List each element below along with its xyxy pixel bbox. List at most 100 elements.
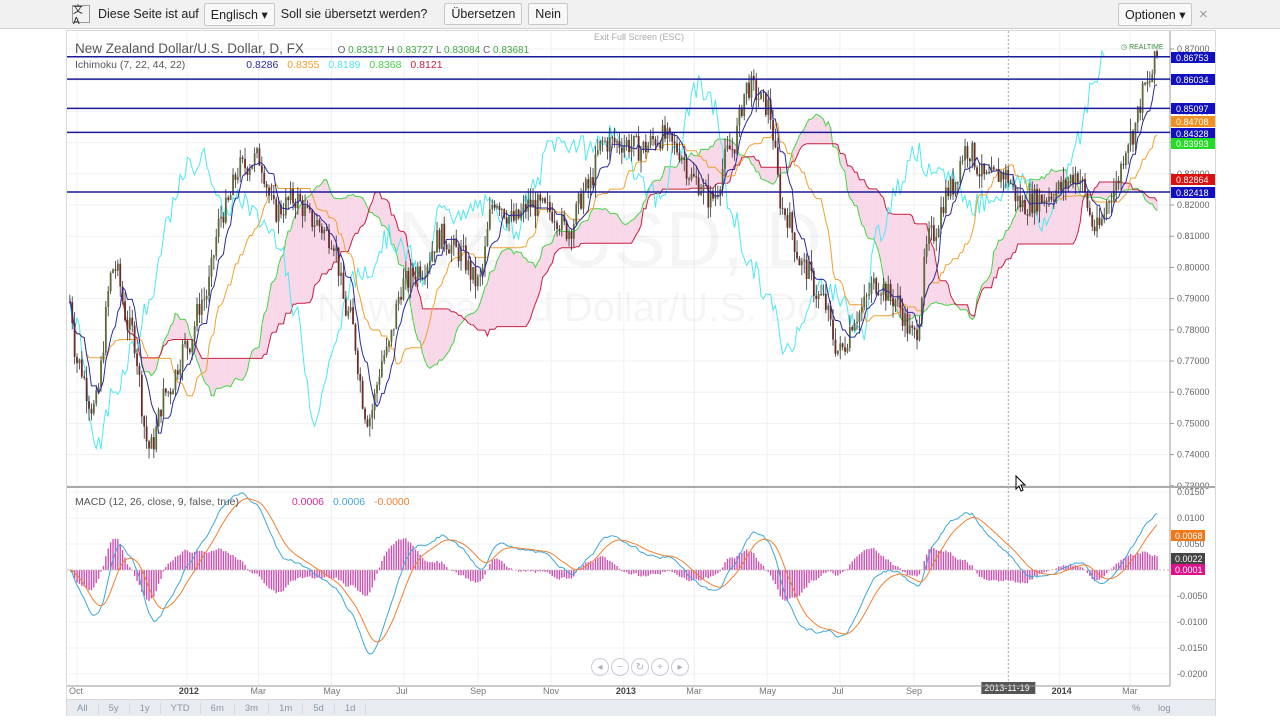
candle-body bbox=[980, 163, 983, 177]
range-button-5y[interactable]: 5y bbox=[99, 702, 130, 714]
candle-body bbox=[364, 408, 366, 420]
candle-body bbox=[361, 380, 364, 409]
cloud-segment bbox=[479, 302, 482, 331]
candle-body bbox=[1007, 169, 1010, 184]
zoom-in-button[interactable]: + bbox=[651, 658, 669, 676]
cloud-segment bbox=[224, 358, 228, 387]
candle-body bbox=[227, 197, 230, 200]
cloud-segment bbox=[630, 220, 633, 244]
candle-body bbox=[188, 348, 191, 353]
close-icon[interactable]: × bbox=[1199, 6, 1208, 23]
zoom-out-button[interactable]: − bbox=[611, 658, 629, 676]
cloud-segment bbox=[469, 313, 472, 325]
cloud-segment bbox=[275, 277, 278, 333]
range-button-all[interactable]: All bbox=[67, 702, 99, 714]
candle-body bbox=[196, 303, 198, 327]
language-select[interactable]: Englisch ▾ bbox=[203, 2, 275, 26]
cloud-segment bbox=[488, 272, 492, 330]
cloud-segment bbox=[627, 222, 631, 244]
candle-body bbox=[649, 136, 652, 146]
candle-body bbox=[1108, 201, 1110, 203]
candle-body bbox=[162, 388, 165, 417]
cloud-segment bbox=[349, 195, 352, 245]
translate-button[interactable]: Übersetzen bbox=[444, 3, 523, 25]
no-button[interactable]: Nein bbox=[528, 3, 569, 25]
price-label: 0.84328 bbox=[1176, 129, 1209, 139]
candle-body bbox=[966, 146, 969, 159]
options-button[interactable]: Optionen ▾ bbox=[1118, 2, 1193, 26]
candle-body bbox=[745, 82, 748, 94]
candle-body bbox=[640, 149, 642, 161]
candle-body bbox=[448, 249, 450, 254]
candle-body bbox=[743, 93, 746, 116]
candle-body bbox=[292, 188, 294, 204]
low-value: 0.83084 bbox=[444, 45, 481, 56]
candle-body bbox=[155, 426, 158, 450]
cloud-segment bbox=[445, 308, 448, 355]
cloud-segment bbox=[848, 165, 852, 198]
y-tick-label: 0.81000 bbox=[1177, 231, 1210, 241]
cloud-segment bbox=[783, 167, 787, 173]
range-button-ytd[interactable]: YTD bbox=[161, 702, 201, 714]
cloud-segment bbox=[234, 358, 237, 379]
candle-body bbox=[457, 247, 460, 262]
candle-body bbox=[889, 284, 892, 298]
candle-body bbox=[935, 236, 938, 241]
ichimoku-value: 0.8121 bbox=[410, 59, 443, 71]
scale-button-log[interactable]: log bbox=[1148, 703, 1181, 714]
candle-body bbox=[608, 137, 611, 152]
range-button-1m[interactable]: 1m bbox=[269, 702, 304, 714]
cloud-segment bbox=[815, 114, 818, 144]
scroll-left-button[interactable]: ◂ bbox=[591, 658, 609, 676]
cloud-segment bbox=[1011, 219, 1015, 253]
candle-body bbox=[323, 229, 326, 234]
scale-button-percent[interactable]: % bbox=[1122, 703, 1150, 714]
cloud-segment bbox=[296, 210, 300, 304]
candle-body bbox=[186, 340, 189, 349]
range-button-6m[interactable]: 6m bbox=[201, 702, 235, 714]
cloud-segment bbox=[534, 267, 537, 304]
cloud-segment bbox=[906, 214, 909, 321]
candle-body bbox=[476, 276, 479, 287]
candle-body bbox=[1156, 51, 1158, 56]
candle-body bbox=[865, 295, 868, 297]
cloud-segment bbox=[1076, 186, 1080, 233]
price-label: 0.83993 bbox=[1176, 139, 1209, 149]
y-tick-label: 0.78000 bbox=[1177, 325, 1210, 335]
cloud-segment bbox=[930, 243, 933, 304]
cloud-segment bbox=[606, 210, 609, 244]
candle-body bbox=[913, 327, 916, 330]
candle-body bbox=[76, 356, 78, 364]
candle-body bbox=[191, 339, 194, 353]
range-button-3m[interactable]: 3m bbox=[235, 702, 270, 714]
range-button-1y[interactable]: 1y bbox=[130, 702, 161, 714]
range-bar: All 5y 1y YTD 6m 3m 1m 5d 1d% log bbox=[67, 699, 1215, 716]
candle-body bbox=[479, 274, 482, 277]
candle-body bbox=[580, 193, 582, 209]
reset-button[interactable]: ↻ bbox=[631, 658, 649, 676]
close-value: 0.83681 bbox=[492, 45, 530, 56]
candle-body bbox=[325, 229, 328, 231]
price-label: 0.86034 bbox=[1176, 75, 1209, 85]
candle-body bbox=[433, 251, 436, 253]
chart-frame[interactable]: 0.870000.860000.850000.840000.830000.820… bbox=[66, 30, 1216, 716]
cloud-segment bbox=[433, 308, 436, 365]
macd-price-label: 0.0001 bbox=[1175, 565, 1203, 575]
candle-body bbox=[774, 140, 777, 148]
range-button-1d[interactable]: 1d bbox=[335, 702, 367, 714]
candle-body bbox=[968, 158, 971, 162]
candle-body bbox=[390, 330, 393, 342]
exit-fullscreen[interactable]: Exit Full Screen (ESC) bbox=[594, 32, 684, 42]
candle-body bbox=[92, 403, 95, 414]
cloud-segment bbox=[1043, 178, 1046, 244]
candle-body bbox=[85, 377, 88, 402]
options-label: Optionen bbox=[1125, 7, 1176, 22]
cloud-segment bbox=[603, 208, 607, 244]
candle-body bbox=[817, 294, 820, 299]
range-button-5d[interactable]: 5d bbox=[303, 702, 335, 714]
candle-body bbox=[872, 278, 875, 284]
scroll-right-button[interactable]: ▸ bbox=[671, 658, 689, 676]
candle-body bbox=[1098, 217, 1101, 226]
chart-canvas[interactable]: 0.870000.860000.850000.840000.830000.820… bbox=[67, 31, 1217, 717]
cloud-segment bbox=[527, 262, 530, 323]
